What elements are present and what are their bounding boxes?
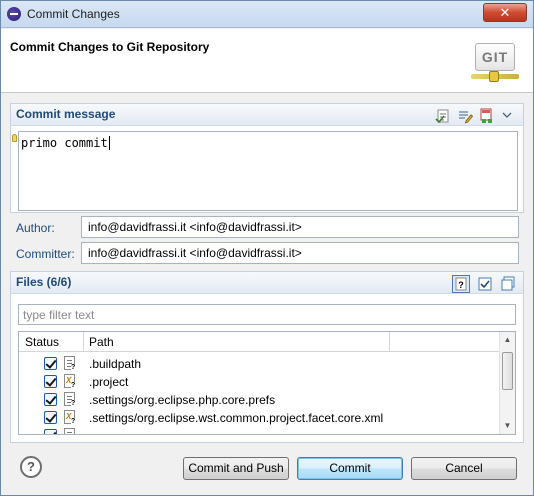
svg-text:?: ?: [458, 280, 464, 290]
files-table: Status Path ? .buildpath X? .project ? .…: [18, 331, 516, 435]
file-checkbox[interactable]: [44, 375, 57, 388]
unversioned-file-icon: ?: [64, 392, 77, 407]
title-bar[interactable]: Commit Changes ✕: [1, 1, 533, 28]
signed-off-icon[interactable]: [479, 108, 495, 124]
commit-message-label: Commit message: [16, 107, 116, 121]
committer-field[interactable]: info@davidfrassi.it <info@davidfrassi.it…: [81, 242, 519, 264]
xml-file-icon: X?: [64, 374, 77, 389]
commit-dialog: Commit Changes ✕ Commit Changes to Git R…: [0, 0, 534, 496]
file-filter-input[interactable]: [18, 304, 516, 325]
column-path[interactable]: Path: [89, 335, 114, 349]
file-checkbox[interactable]: [44, 393, 57, 406]
file-path: .project: [89, 375, 129, 389]
eclipse-icon: [7, 7, 21, 21]
column-status[interactable]: Status: [25, 335, 59, 349]
unversioned-file-icon: ?: [64, 356, 77, 371]
commit-and-push-button[interactable]: Commit and Push: [183, 457, 289, 480]
edit-icon[interactable]: [457, 108, 473, 124]
commit-message-section-header: Commit message: [10, 103, 524, 125]
scroll-down-icon[interactable]: ▼: [500, 418, 515, 434]
cancel-button[interactable]: Cancel: [411, 457, 517, 480]
table-row[interactable]: X? .settings/org.eclipse.wst.common.proj…: [19, 409, 500, 427]
dialog-header: Commit Changes to Git Repository GIT: [1, 29, 533, 93]
unversioned-file-icon: [64, 428, 75, 434]
table-row[interactable]: X? .project: [19, 373, 500, 391]
dialog-heading: Commit Changes to Git Repository: [10, 40, 210, 54]
xml-file-icon: X?: [64, 410, 77, 425]
content-assist-icon: [12, 134, 17, 142]
deselect-all-icon[interactable]: [500, 276, 516, 292]
window-title: Commit Changes: [27, 7, 120, 21]
files-section-header: Files (6/6) ?: [10, 271, 524, 293]
committer-label: Committer:: [16, 247, 75, 261]
author-label: Author:: [16, 221, 55, 235]
table-row-partial[interactable]: [19, 427, 500, 434]
file-path: .settings/org.eclipse.wst.common.project…: [89, 411, 384, 425]
scroll-up-icon[interactable]: ▲: [500, 332, 515, 348]
file-path: .settings/org.eclipse.php.core.prefs: [89, 393, 276, 407]
commit-button[interactable]: Commit: [297, 457, 403, 480]
files-label: Files (6/6): [16, 275, 72, 289]
menu-chevron-icon[interactable]: [501, 108, 513, 124]
table-row[interactable]: ? .buildpath: [19, 355, 500, 373]
author-field[interactable]: info@davidfrassi.it <info@davidfrassi.it…: [81, 216, 519, 238]
show-untracked-icon[interactable]: ?: [452, 275, 470, 293]
close-button[interactable]: ✕: [483, 3, 527, 22]
git-logo-icon: GIT: [471, 43, 525, 83]
table-row[interactable]: ? .settings/org.eclipse.php.core.prefs: [19, 391, 500, 409]
git-logo-text: GIT: [475, 43, 515, 71]
commit-message-input[interactable]: primo commit: [18, 131, 518, 211]
file-checkbox[interactable]: [44, 357, 57, 370]
select-all-icon[interactable]: [477, 276, 493, 292]
scroll-thumb[interactable]: [502, 352, 513, 390]
commit-message-text: primo commit: [21, 136, 110, 150]
spell-check-icon[interactable]: [435, 108, 451, 124]
files-scrollbar[interactable]: ▲ ▼: [499, 332, 515, 434]
help-icon[interactable]: ?: [20, 456, 42, 478]
file-path: .buildpath: [89, 357, 142, 371]
files-table-header: Status Path: [19, 332, 500, 352]
file-checkbox[interactable]: [44, 411, 57, 424]
file-checkbox[interactable]: [44, 429, 57, 434]
